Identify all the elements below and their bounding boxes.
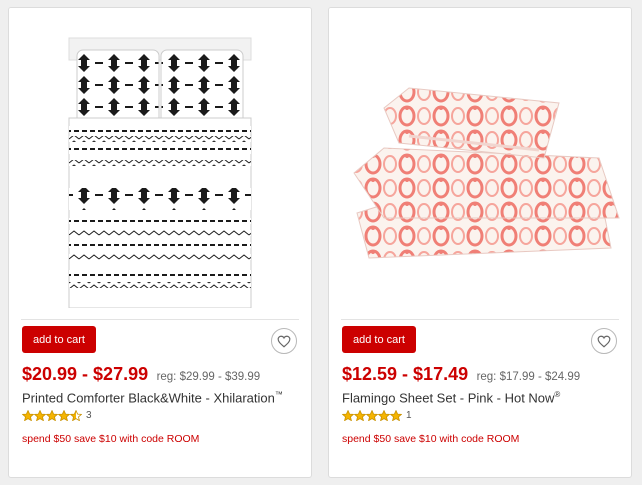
price-row: $20.99 - $27.99 reg: $29.99 - $39.99 [22,364,260,385]
star-icon [390,410,402,421]
review-count: 1 [406,410,412,421]
product-title-text[interactable]: Flamingo Sheet Set - Pink - Hot Now [342,390,554,405]
star-icon [70,410,82,421]
product-card[interactable]: add to cart $12.59 - $17.49 reg: $17.99 … [328,7,632,478]
sale-price: $20.99 - $27.99 [22,364,149,384]
rating[interactable]: 1 [342,410,412,421]
trademark-mark: ™ [274,390,283,399]
sale-price: $12.59 - $17.49 [342,364,469,384]
star-icon [46,410,58,421]
divider [341,319,619,320]
product-card[interactable]: add to cart $20.99 - $27.99 reg: $29.99 … [8,7,312,478]
star-icon [354,410,366,421]
star-rating [22,410,82,421]
star-icon [22,410,34,421]
star-icon [34,410,46,421]
star-icon [342,410,354,421]
product-image[interactable] [9,8,311,309]
heart-icon [277,335,291,348]
add-to-cart-button[interactable]: add to cart [342,326,416,353]
add-to-cart-button[interactable]: add to cart [22,326,96,353]
divider [21,319,299,320]
product-title[interactable]: Flamingo Sheet Set - Pink - Hot Now® [342,390,560,405]
registered-mark: ® [554,390,561,399]
regular-price: reg: $29.99 - $39.99 [156,371,261,383]
favorite-button[interactable] [591,328,617,354]
price-row: $12.59 - $17.49 reg: $17.99 - $24.99 [342,364,580,385]
star-icon [378,410,390,421]
star-rating [342,410,402,421]
rating[interactable]: 3 [22,410,92,421]
regular-price: reg: $17.99 - $24.99 [476,371,581,383]
star-icon [366,410,378,421]
star-icon [58,410,70,421]
promo-text[interactable]: spend $50 save $10 with code ROOM [22,433,199,445]
product-image[interactable] [329,8,631,308]
product-title[interactable]: Printed Comforter Black&White - Xhilarat… [22,390,283,405]
promo-text[interactable]: spend $50 save $10 with code ROOM [342,433,519,445]
favorite-button[interactable] [271,328,297,354]
product-title-text[interactable]: Printed Comforter Black&White - Xhilarat… [22,390,275,405]
heart-icon [597,335,611,348]
review-count: 3 [86,410,92,421]
